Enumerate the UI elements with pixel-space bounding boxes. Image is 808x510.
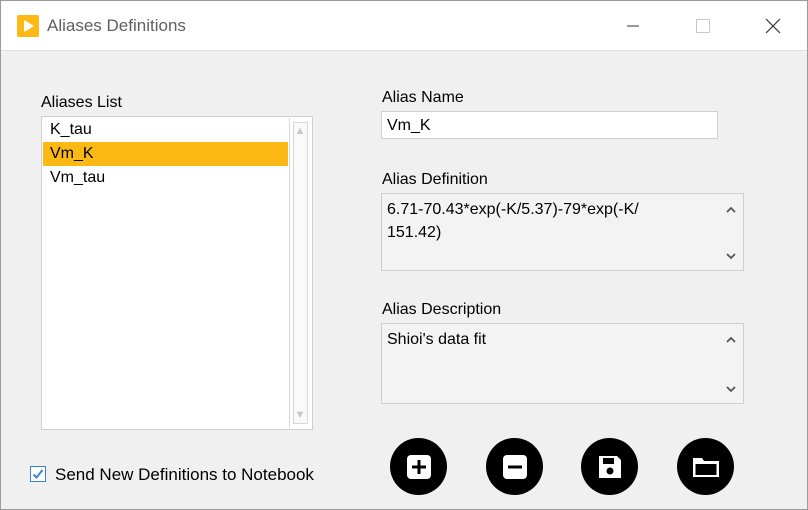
alias-description-field[interactable]: Shioi's data fit (381, 323, 744, 404)
alias-name-value: Vm_K (387, 117, 431, 134)
alias-name-field[interactable]: Vm_K (381, 111, 718, 139)
scroll-up-arrow-icon[interactable]: ▲ (290, 123, 310, 139)
minimize-button[interactable] (598, 1, 668, 50)
chevron-up-icon[interactable] (721, 332, 741, 348)
scroll-track[interactable] (293, 122, 308, 424)
add-alias-button[interactable] (390, 438, 447, 495)
maximize-button[interactable] (668, 1, 738, 50)
scroll-down-arrow-icon[interactable]: ▼ (290, 407, 310, 423)
aliases-listbox[interactable]: K_tau Vm_K Vm_tau ▲ ▼ (41, 116, 313, 430)
aliases-list-label: Aliases List (41, 94, 122, 111)
send-to-notebook-label[interactable]: Send New Definitions to Notebook (55, 465, 314, 485)
alias-description-label: Alias Description (382, 301, 502, 318)
chevron-down-icon[interactable] (721, 248, 741, 264)
minus-square-icon (502, 454, 527, 479)
floppy-disk-icon (598, 455, 621, 478)
send-to-notebook-checkbox[interactable] (30, 466, 46, 482)
alias-definition-label: Alias Definition (382, 171, 488, 188)
alias-definition-value: 6.71-70.43*exp(-K/5.37)-79*exp(-K/ 151.4… (387, 201, 639, 241)
list-scrollbar[interactable]: ▲ ▼ (289, 118, 311, 428)
aliases-definitions-window: Aliases Definitions Aliases List K_tau V… (0, 0, 808, 510)
definition-scrollbar[interactable] (721, 196, 741, 268)
chevron-down-icon[interactable] (721, 381, 741, 397)
alias-definition-field[interactable]: 6.71-70.43*exp(-K/5.37)-79*exp(-K/ 151.4… (381, 193, 744, 271)
list-item[interactable]: K_tau (43, 118, 288, 142)
play-triangle-icon (17, 15, 39, 37)
alias-name-label: Alias Name (382, 89, 464, 106)
description-scrollbar[interactable] (721, 326, 741, 401)
minimize-icon (627, 25, 639, 26)
folder-icon (692, 457, 719, 477)
alias-description-value: Shioi's data fit (387, 331, 487, 348)
title-bar[interactable]: Aliases Definitions (1, 1, 807, 51)
maximize-icon (696, 18, 710, 33)
open-aliases-button[interactable] (677, 438, 734, 495)
chevron-up-icon[interactable] (721, 202, 741, 218)
save-aliases-button[interactable] (581, 438, 638, 495)
close-icon (765, 18, 781, 33)
window-title: Aliases Definitions (47, 16, 186, 35)
list-item[interactable]: Vm_tau (43, 166, 288, 190)
plus-square-icon (406, 454, 431, 479)
close-button[interactable] (738, 1, 808, 50)
remove-alias-button[interactable] (486, 438, 543, 495)
list-item-selected[interactable]: Vm_K (43, 142, 288, 166)
checkmark-icon (32, 469, 44, 479)
